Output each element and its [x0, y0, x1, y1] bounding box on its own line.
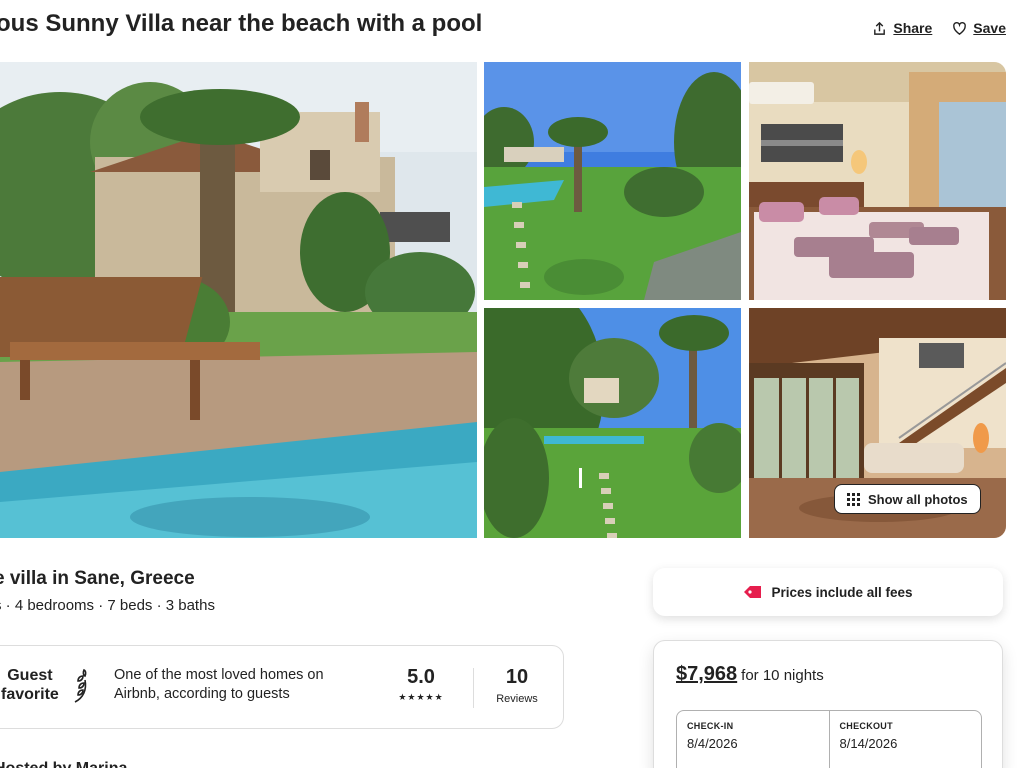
checkin-field[interactable]: CHECK-IN 8/4/2026	[677, 711, 829, 768]
photo-bedroom[interactable]	[749, 62, 1006, 300]
laurel-icon	[74, 668, 87, 703]
show-all-photos-label: Show all photos	[868, 491, 968, 507]
save-button[interactable]: Save	[952, 20, 1006, 36]
date-picker: CHECK-IN 8/4/2026 CHECKOUT 8/14/2026	[676, 710, 982, 768]
guest-favorite-badge: Guest favorite	[1, 666, 59, 704]
top-actions: Share Save	[872, 20, 1006, 36]
guest-favorite-line2: favorite	[1, 686, 59, 703]
grid-icon	[847, 492, 860, 506]
hosted-by: Hosted by Marina	[0, 760, 127, 768]
share-icon	[874, 21, 886, 35]
rating-block: 5.0 ★★★★★	[386, 666, 456, 703]
reviews-link[interactable]: 10 Reviews	[481, 666, 553, 705]
fees-notice: Prices include all fees	[653, 568, 1003, 616]
photo-garden-pool[interactable]	[484, 62, 741, 300]
fees-notice-label: Prices include all fees	[771, 584, 913, 600]
checkin-value: 8/4/2026	[687, 736, 738, 751]
reviews-label: Reviews	[496, 693, 538, 705]
share-label: Share	[893, 20, 933, 36]
listing-subtitle: e villa in Sane, Greece	[0, 568, 195, 589]
reviews-count: 10	[505, 666, 529, 688]
checkout-label: CHECKOUT	[839, 721, 893, 731]
checkout-value: 8/14/2026	[839, 736, 898, 751]
listing-title: rious Sunny Villa near the beach with a …	[0, 10, 483, 37]
price-tag-icon	[744, 586, 762, 598]
checkin-label: CHECK-IN	[687, 721, 734, 731]
listing-meta: s · 4 bedrooms · 7 beds · 3 baths	[0, 597, 215, 614]
photo-gallery	[0, 62, 1006, 538]
booking-card: $7,968 for 10 nights CHECK-IN 8/4/2026 CH…	[653, 640, 1003, 768]
heart-icon	[953, 21, 967, 35]
total-price[interactable]: $7,968	[676, 663, 737, 685]
checkout-field[interactable]: CHECKOUT 8/14/2026	[828, 711, 982, 768]
price-suffix: for 10 nights	[741, 667, 824, 684]
save-label: Save	[973, 20, 1006, 36]
main-photo[interactable]	[0, 62, 477, 538]
divider	[473, 668, 474, 708]
guest-favorite-description: One of the most loved homes on Airbnb, a…	[114, 667, 324, 702]
share-button[interactable]: Share	[872, 20, 932, 36]
guest-favorite-line1: Guest	[7, 667, 53, 684]
show-all-photos-button[interactable]: Show all photos	[834, 484, 981, 514]
star-rating-icon: ★★★★★	[398, 692, 444, 702]
guest-favorite-card: Guest favorite One of the most loved hom…	[0, 645, 564, 729]
price-line: $7,968 for 10 nights	[676, 663, 824, 686]
rating-value: 5.0	[407, 666, 435, 688]
photo-palm-garden[interactable]	[484, 308, 741, 538]
